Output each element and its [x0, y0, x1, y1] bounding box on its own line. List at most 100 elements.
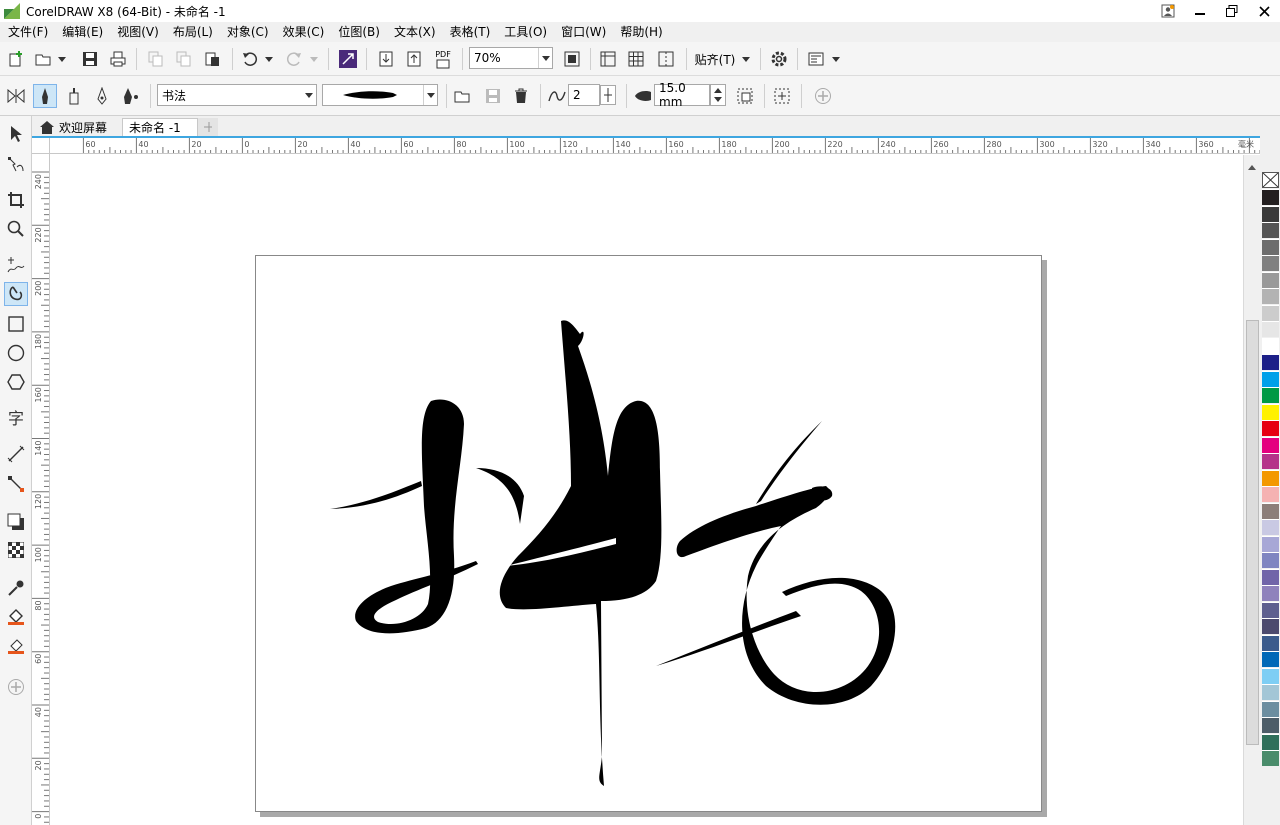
color-swatch[interactable] — [1262, 651, 1279, 667]
color-swatch[interactable] — [1262, 634, 1279, 651]
color-swatch[interactable] — [1262, 436, 1279, 453]
paste-icon[interactable] — [202, 49, 222, 69]
brush-stroke[interactable] — [499, 320, 662, 786]
options-gear-icon[interactable] — [769, 49, 789, 69]
publish-pdf-icon[interactable]: PDF — [432, 48, 454, 70]
minimize-button[interactable] — [1184, 0, 1216, 22]
color-eyedropper-tool-icon[interactable] — [4, 576, 28, 600]
menu-item-3[interactable]: 布局(L) — [169, 22, 223, 42]
horizontal-ruler[interactable]: 60 40 20 0 20 40 60 80 100 120 140 160 180 200 220 240 2… — [50, 138, 1260, 154]
add-tool-plus-icon[interactable] — [4, 675, 28, 699]
ellipse-tool-icon[interactable] — [4, 341, 28, 365]
calligraphy-artwork[interactable] — [256, 256, 1043, 813]
show-guidelines-icon[interactable] — [656, 49, 676, 69]
menu-item-8[interactable]: 表格(T) — [446, 22, 501, 42]
full-screen-preview-icon[interactable] — [562, 49, 582, 69]
snap-to-button[interactable]: 贴齐(T) — [693, 49, 737, 69]
color-swatch[interactable] — [1262, 453, 1279, 469]
color-swatch[interactable] — [1262, 618, 1279, 634]
crop-tool-icon[interactable] — [4, 188, 28, 212]
brush-stroke[interactable] — [676, 486, 896, 705]
sprayer-mode-icon[interactable] — [91, 86, 113, 106]
new-tab-button[interactable] — [198, 118, 218, 136]
account-icon[interactable] — [1152, 0, 1184, 22]
document-page[interactable] — [255, 255, 1042, 812]
collapse-nibs-icon[interactable] — [734, 86, 756, 106]
search-content-icon[interactable] — [338, 49, 358, 69]
color-swatch[interactable] — [1262, 733, 1279, 750]
open-dropdown-arrow-icon[interactable] — [56, 49, 68, 69]
open-folder-icon[interactable] — [34, 49, 54, 69]
mirror-horizontal-icon[interactable] — [6, 86, 26, 106]
copy-disabled-icon[interactable] — [146, 49, 166, 69]
import-icon[interactable] — [376, 49, 396, 69]
stroke-width-spinner[interactable] — [710, 84, 726, 106]
export-icon[interactable] — [404, 49, 424, 69]
color-swatch[interactable] — [1262, 469, 1279, 486]
color-swatch[interactable] — [1262, 502, 1279, 519]
menu-item-1[interactable]: 编辑(E) — [58, 22, 113, 42]
zoom-tool-icon[interactable] — [4, 217, 28, 241]
color-swatch[interactable] — [1262, 568, 1279, 585]
snap-dropdown-arrow-icon[interactable] — [740, 49, 752, 69]
show-rulers-icon[interactable] — [598, 49, 618, 69]
color-swatch[interactable] — [1262, 189, 1279, 205]
show-grid-icon[interactable] — [626, 49, 646, 69]
color-swatch[interactable] — [1262, 535, 1279, 552]
spin-up-icon[interactable] — [714, 88, 722, 93]
restore-button[interactable] — [1216, 0, 1248, 22]
redo-dropdown-arrow-icon[interactable] — [308, 49, 320, 69]
menu-item-11[interactable]: 帮助(H) — [616, 22, 672, 42]
brush-stroke[interactable] — [656, 611, 801, 666]
ruler-origin[interactable] — [32, 138, 50, 154]
color-swatch[interactable] — [1262, 403, 1279, 420]
stroke-width-icon[interactable] — [633, 86, 653, 106]
color-swatch[interactable] — [1262, 370, 1279, 387]
redo-icon[interactable] — [284, 49, 304, 69]
parallel-dimension-tool-icon[interactable] — [4, 442, 28, 466]
shape-tool-icon[interactable] — [4, 152, 28, 176]
color-swatch[interactable] — [1262, 238, 1279, 255]
new-document-icon[interactable] — [6, 49, 26, 69]
color-swatch[interactable] — [1262, 519, 1279, 535]
quick-customize-add-icon[interactable] — [812, 86, 834, 106]
menu-item-7[interactable]: 文本(X) — [390, 22, 446, 42]
color-swatch[interactable] — [1262, 552, 1279, 568]
preset-mode-icon[interactable] — [33, 84, 57, 108]
smoothing-input[interactable]: 2 — [568, 84, 600, 106]
smoothing-slider-toggle-icon[interactable] — [600, 85, 616, 105]
freehand-smoothing-icon[interactable] — [547, 86, 567, 106]
color-swatch[interactable] — [1262, 354, 1279, 370]
save-stroke-icon[interactable] — [482, 86, 504, 106]
brush-stroke[interactable] — [330, 481, 422, 509]
brush-stroke[interactable] — [355, 399, 478, 634]
scroll-up-arrow-icon[interactable] — [1248, 159, 1256, 173]
artistic-media-tool-icon[interactable] — [4, 282, 28, 306]
vertical-scroll-thumb[interactable] — [1246, 320, 1259, 745]
color-swatch[interactable] — [1262, 717, 1279, 733]
text-tool-icon[interactable]: 字 — [4, 406, 28, 430]
freehand-tool-icon[interactable] — [4, 253, 28, 277]
color-swatch[interactable] — [1262, 684, 1279, 700]
menu-item-2[interactable]: 视图(V) — [113, 22, 169, 42]
connector-tool-icon[interactable] — [4, 472, 28, 496]
save-icon[interactable] — [80, 49, 100, 69]
color-swatch[interactable] — [1262, 700, 1279, 717]
stroke-width-input[interactable]: 15.0 mm — [654, 81, 710, 109]
color-swatch[interactable] — [1262, 255, 1279, 271]
vertical-scrollbar[interactable] — [1243, 155, 1260, 825]
tab-welcome-screen[interactable]: 欢迎屏幕 — [34, 118, 113, 136]
drawing-canvas[interactable] — [51, 155, 1243, 825]
color-swatch[interactable] — [1262, 205, 1279, 222]
drop-shadow-tool-icon[interactable] — [4, 510, 28, 534]
preset-stroke-combo[interactable]: 书法 — [157, 84, 317, 106]
no-color-swatch[interactable] — [1262, 172, 1279, 188]
spin-down-icon[interactable] — [714, 97, 722, 102]
color-swatch[interactable] — [1262, 321, 1279, 337]
color-swatch[interactable] — [1262, 337, 1279, 354]
smart-fill-tool-icon[interactable] — [4, 634, 28, 658]
copy-icon[interactable] — [174, 49, 194, 69]
color-swatch[interactable] — [1262, 601, 1279, 618]
menu-item-9[interactable]: 工具(O) — [500, 22, 557, 42]
menu-item-4[interactable]: 对象(C) — [223, 22, 279, 42]
